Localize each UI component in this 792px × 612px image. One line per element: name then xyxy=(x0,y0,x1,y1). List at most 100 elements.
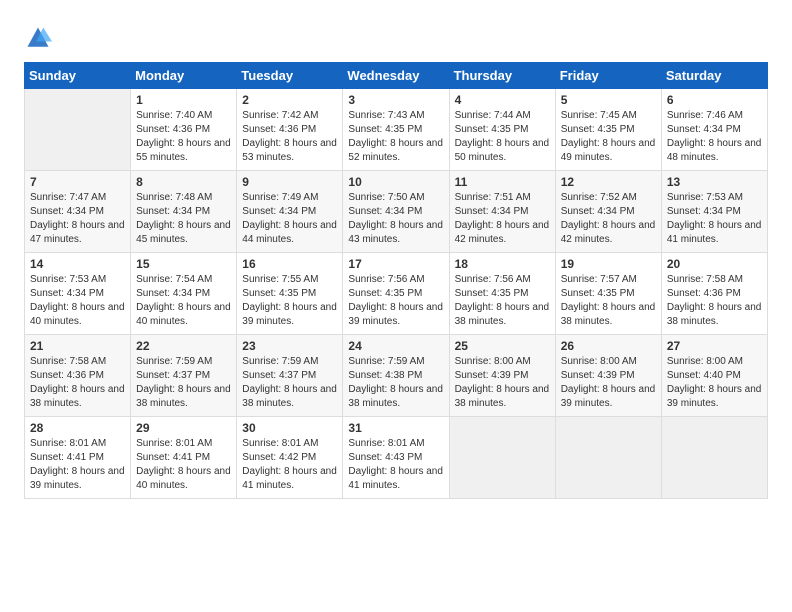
week-row-5: 28 Sunrise: 8:01 AMSunset: 4:41 PMDaylig… xyxy=(25,417,768,499)
week-row-1: 1 Sunrise: 7:40 AMSunset: 4:36 PMDayligh… xyxy=(25,89,768,171)
day-detail: Sunrise: 8:01 AMSunset: 4:42 PMDaylight:… xyxy=(242,438,337,491)
day-detail: Sunrise: 7:46 AMSunset: 4:34 PMDaylight:… xyxy=(667,110,762,163)
day-number: 28 xyxy=(30,421,125,435)
day-cell: 29 Sunrise: 8:01 AMSunset: 4:41 PMDaylig… xyxy=(131,417,237,499)
day-cell xyxy=(449,417,555,499)
day-cell: 22 Sunrise: 7:59 AMSunset: 4:37 PMDaylig… xyxy=(131,335,237,417)
week-row-2: 7 Sunrise: 7:47 AMSunset: 4:34 PMDayligh… xyxy=(25,171,768,253)
day-number: 7 xyxy=(30,175,125,189)
day-detail: Sunrise: 7:58 AMSunset: 4:36 PMDaylight:… xyxy=(667,274,762,327)
day-number: 15 xyxy=(136,257,231,271)
header xyxy=(24,20,768,52)
day-number: 4 xyxy=(455,93,550,107)
day-number: 26 xyxy=(561,339,656,353)
page: SundayMondayTuesdayWednesdayThursdayFrid… xyxy=(0,0,792,612)
day-cell: 9 Sunrise: 7:49 AMSunset: 4:34 PMDayligh… xyxy=(237,171,343,253)
day-detail: Sunrise: 8:01 AMSunset: 4:41 PMDaylight:… xyxy=(30,438,125,491)
day-cell: 19 Sunrise: 7:57 AMSunset: 4:35 PMDaylig… xyxy=(555,253,661,335)
day-detail: Sunrise: 7:43 AMSunset: 4:35 PMDaylight:… xyxy=(348,110,443,163)
day-cell: 11 Sunrise: 7:51 AMSunset: 4:34 PMDaylig… xyxy=(449,171,555,253)
day-number: 12 xyxy=(561,175,656,189)
day-header-tuesday: Tuesday xyxy=(237,63,343,89)
day-number: 9 xyxy=(242,175,337,189)
logo xyxy=(24,24,54,52)
day-detail: Sunrise: 7:57 AMSunset: 4:35 PMDaylight:… xyxy=(561,274,656,327)
day-header-saturday: Saturday xyxy=(661,63,767,89)
day-cell xyxy=(25,89,131,171)
day-cell: 15 Sunrise: 7:54 AMSunset: 4:34 PMDaylig… xyxy=(131,253,237,335)
day-detail: Sunrise: 8:01 AMSunset: 4:41 PMDaylight:… xyxy=(136,438,231,491)
day-number: 6 xyxy=(667,93,762,107)
day-number: 8 xyxy=(136,175,231,189)
day-detail: Sunrise: 7:55 AMSunset: 4:35 PMDaylight:… xyxy=(242,274,337,327)
day-detail: Sunrise: 7:53 AMSunset: 4:34 PMDaylight:… xyxy=(667,192,762,245)
day-number: 16 xyxy=(242,257,337,271)
day-cell xyxy=(661,417,767,499)
week-row-4: 21 Sunrise: 7:58 AMSunset: 4:36 PMDaylig… xyxy=(25,335,768,417)
day-number: 5 xyxy=(561,93,656,107)
calendar-table: SundayMondayTuesdayWednesdayThursdayFrid… xyxy=(24,62,768,499)
day-number: 24 xyxy=(348,339,443,353)
day-number: 3 xyxy=(348,93,443,107)
day-number: 23 xyxy=(242,339,337,353)
day-cell: 12 Sunrise: 7:52 AMSunset: 4:34 PMDaylig… xyxy=(555,171,661,253)
day-cell: 20 Sunrise: 7:58 AMSunset: 4:36 PMDaylig… xyxy=(661,253,767,335)
day-number: 21 xyxy=(30,339,125,353)
day-header-sunday: Sunday xyxy=(25,63,131,89)
day-detail: Sunrise: 7:44 AMSunset: 4:35 PMDaylight:… xyxy=(455,110,550,163)
day-cell: 2 Sunrise: 7:42 AMSunset: 4:36 PMDayligh… xyxy=(237,89,343,171)
day-number: 1 xyxy=(136,93,231,107)
day-cell: 23 Sunrise: 7:59 AMSunset: 4:37 PMDaylig… xyxy=(237,335,343,417)
day-detail: Sunrise: 7:58 AMSunset: 4:36 PMDaylight:… xyxy=(30,356,125,409)
day-detail: Sunrise: 7:53 AMSunset: 4:34 PMDaylight:… xyxy=(30,274,125,327)
day-cell: 18 Sunrise: 7:56 AMSunset: 4:35 PMDaylig… xyxy=(449,253,555,335)
day-cell: 16 Sunrise: 7:55 AMSunset: 4:35 PMDaylig… xyxy=(237,253,343,335)
day-cell: 5 Sunrise: 7:45 AMSunset: 4:35 PMDayligh… xyxy=(555,89,661,171)
day-detail: Sunrise: 8:01 AMSunset: 4:43 PMDaylight:… xyxy=(348,438,443,491)
day-number: 19 xyxy=(561,257,656,271)
day-cell: 17 Sunrise: 7:56 AMSunset: 4:35 PMDaylig… xyxy=(343,253,449,335)
day-cell: 13 Sunrise: 7:53 AMSunset: 4:34 PMDaylig… xyxy=(661,171,767,253)
day-cell: 10 Sunrise: 7:50 AMSunset: 4:34 PMDaylig… xyxy=(343,171,449,253)
day-detail: Sunrise: 7:47 AMSunset: 4:34 PMDaylight:… xyxy=(30,192,125,245)
day-detail: Sunrise: 7:45 AMSunset: 4:35 PMDaylight:… xyxy=(561,110,656,163)
week-row-3: 14 Sunrise: 7:53 AMSunset: 4:34 PMDaylig… xyxy=(25,253,768,335)
day-detail: Sunrise: 7:59 AMSunset: 4:37 PMDaylight:… xyxy=(136,356,231,409)
day-cell: 21 Sunrise: 7:58 AMSunset: 4:36 PMDaylig… xyxy=(25,335,131,417)
day-cell: 27 Sunrise: 8:00 AMSunset: 4:40 PMDaylig… xyxy=(661,335,767,417)
day-number: 18 xyxy=(455,257,550,271)
day-header-thursday: Thursday xyxy=(449,63,555,89)
day-detail: Sunrise: 8:00 AMSunset: 4:40 PMDaylight:… xyxy=(667,356,762,409)
day-detail: Sunrise: 8:00 AMSunset: 4:39 PMDaylight:… xyxy=(561,356,656,409)
day-cell: 3 Sunrise: 7:43 AMSunset: 4:35 PMDayligh… xyxy=(343,89,449,171)
day-detail: Sunrise: 7:52 AMSunset: 4:34 PMDaylight:… xyxy=(561,192,656,245)
day-header-friday: Friday xyxy=(555,63,661,89)
day-number: 31 xyxy=(348,421,443,435)
day-number: 27 xyxy=(667,339,762,353)
day-cell: 30 Sunrise: 8:01 AMSunset: 4:42 PMDaylig… xyxy=(237,417,343,499)
day-detail: Sunrise: 7:56 AMSunset: 4:35 PMDaylight:… xyxy=(455,274,550,327)
day-cell: 24 Sunrise: 7:59 AMSunset: 4:38 PMDaylig… xyxy=(343,335,449,417)
day-cell: 26 Sunrise: 8:00 AMSunset: 4:39 PMDaylig… xyxy=(555,335,661,417)
day-detail: Sunrise: 7:42 AMSunset: 4:36 PMDaylight:… xyxy=(242,110,337,163)
day-cell: 31 Sunrise: 8:01 AMSunset: 4:43 PMDaylig… xyxy=(343,417,449,499)
day-number: 13 xyxy=(667,175,762,189)
day-number: 14 xyxy=(30,257,125,271)
header-row: SundayMondayTuesdayWednesdayThursdayFrid… xyxy=(25,63,768,89)
day-cell: 25 Sunrise: 8:00 AMSunset: 4:39 PMDaylig… xyxy=(449,335,555,417)
day-detail: Sunrise: 8:00 AMSunset: 4:39 PMDaylight:… xyxy=(455,356,550,409)
day-cell: 1 Sunrise: 7:40 AMSunset: 4:36 PMDayligh… xyxy=(131,89,237,171)
day-number: 22 xyxy=(136,339,231,353)
day-number: 25 xyxy=(455,339,550,353)
day-detail: Sunrise: 7:54 AMSunset: 4:34 PMDaylight:… xyxy=(136,274,231,327)
day-cell: 8 Sunrise: 7:48 AMSunset: 4:34 PMDayligh… xyxy=(131,171,237,253)
day-header-wednesday: Wednesday xyxy=(343,63,449,89)
day-number: 29 xyxy=(136,421,231,435)
day-detail: Sunrise: 7:59 AMSunset: 4:38 PMDaylight:… xyxy=(348,356,443,409)
day-number: 30 xyxy=(242,421,337,435)
day-cell: 4 Sunrise: 7:44 AMSunset: 4:35 PMDayligh… xyxy=(449,89,555,171)
day-header-monday: Monday xyxy=(131,63,237,89)
day-detail: Sunrise: 7:49 AMSunset: 4:34 PMDaylight:… xyxy=(242,192,337,245)
day-detail: Sunrise: 7:50 AMSunset: 4:34 PMDaylight:… xyxy=(348,192,443,245)
day-number: 11 xyxy=(455,175,550,189)
